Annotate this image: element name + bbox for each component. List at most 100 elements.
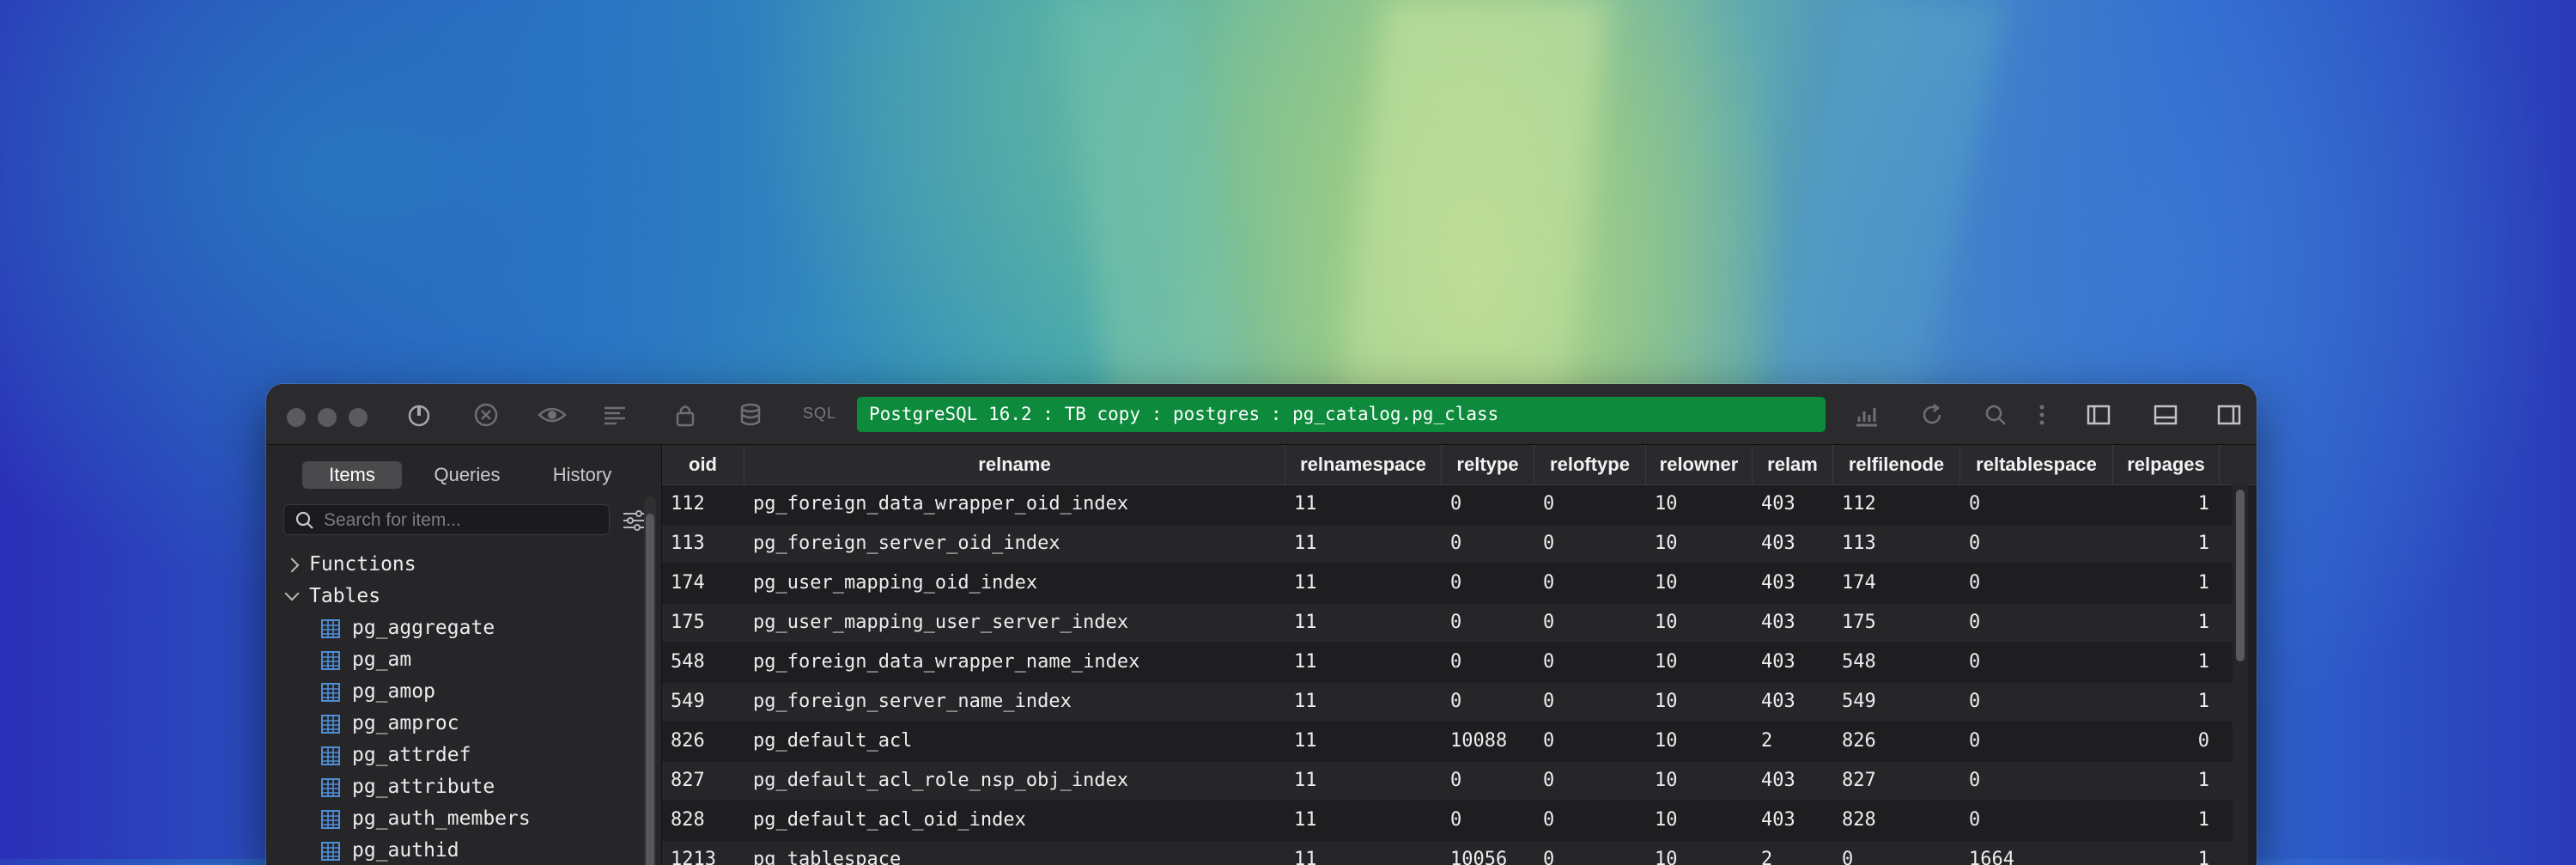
cell-relfilenode[interactable]: 827 xyxy=(1833,762,1960,800)
cell-relpages[interactable]: 0 xyxy=(2113,722,2220,760)
sidebar-scrollbar[interactable] xyxy=(644,496,656,865)
tab-queries[interactable]: Queries xyxy=(417,461,517,489)
cell-reltype[interactable]: 0 xyxy=(1442,683,1534,721)
refresh-icon[interactable] xyxy=(1918,401,1946,429)
cell-reltablespace[interactable]: 0 xyxy=(1960,604,2113,642)
cell-reltablespace[interactable]: 0 xyxy=(1960,762,2113,800)
cell-relpages[interactable]: 1 xyxy=(2113,683,2220,721)
lock-icon[interactable] xyxy=(671,401,699,429)
cell-relfilenode[interactable]: 175 xyxy=(1833,604,1960,642)
cell-relname[interactable]: pg_user_mapping_oid_index xyxy=(744,564,1285,602)
cell-relowner[interactable]: 10 xyxy=(1646,722,1753,760)
cell-relam[interactable]: 403 xyxy=(1753,525,1833,563)
column-header-oid[interactable]: oid xyxy=(662,445,744,484)
cell-reltablespace[interactable]: 0 xyxy=(1960,801,2113,839)
cell-relpages[interactable]: 1 xyxy=(2113,564,2220,602)
cell-oid[interactable]: 826 xyxy=(662,722,744,760)
cell-reloftype[interactable]: 0 xyxy=(1534,485,1646,523)
tab-history[interactable]: History xyxy=(532,461,632,489)
search-input[interactable] xyxy=(322,505,600,536)
tree-item-table[interactable]: pg_am xyxy=(266,645,644,677)
cell-reloftype[interactable]: 0 xyxy=(1534,525,1646,563)
tree-item-table[interactable]: pg_amproc xyxy=(266,709,644,740)
cell-relfilenode[interactable]: 112 xyxy=(1833,485,1960,523)
close-window-button[interactable] xyxy=(287,408,306,427)
cell-reloftype[interactable]: 0 xyxy=(1534,722,1646,760)
column-header-reloftype[interactable]: reloftype xyxy=(1534,445,1646,484)
minimize-window-button[interactable] xyxy=(318,408,337,427)
stop-icon[interactable] xyxy=(472,401,500,429)
cell-oid[interactable]: 549 xyxy=(662,683,744,721)
cell-relnamespace[interactable]: 11 xyxy=(1285,762,1442,800)
cell-reltype[interactable]: 0 xyxy=(1442,564,1534,602)
cell-relname[interactable]: pg_tablespace xyxy=(744,841,1285,865)
table-row[interactable]: 826 pg_default_acl 11 10088 0 10 2 826 0 0 xyxy=(662,722,2233,760)
cell-relfilenode[interactable]: 548 xyxy=(1833,643,1960,681)
cell-relfilenode[interactable]: 174 xyxy=(1833,564,1960,602)
cell-oid[interactable]: 175 xyxy=(662,604,744,642)
cell-relnamespace[interactable]: 11 xyxy=(1285,683,1442,721)
cell-reltype[interactable]: 0 xyxy=(1442,762,1534,800)
cell-reltype[interactable]: 0 xyxy=(1442,604,1534,642)
cell-relam[interactable]: 403 xyxy=(1753,564,1833,602)
cell-relowner[interactable]: 10 xyxy=(1646,604,1753,642)
table-row[interactable]: 113 pg_foreign_server_oid_index 11 0 0 10 403 1… xyxy=(662,525,2233,563)
tree-item-table[interactable]: pg_aggregate xyxy=(266,613,644,645)
sql-button[interactable]: SQL xyxy=(803,405,836,423)
cell-relpages[interactable]: 1 xyxy=(2113,841,2220,865)
cell-reloftype[interactable]: 0 xyxy=(1534,604,1646,642)
database-icon[interactable] xyxy=(737,401,764,429)
cell-relnamespace[interactable]: 11 xyxy=(1285,604,1442,642)
table-row[interactable]: 174 pg_user_mapping_oid_index 11 0 0 10 403 174… xyxy=(662,564,2233,602)
cell-oid[interactable]: 113 xyxy=(662,525,744,563)
tree-item-table[interactable]: pg_authid xyxy=(266,836,644,865)
column-header-relfilenode[interactable]: relfilenode xyxy=(1833,445,1960,484)
column-header-relam[interactable]: relam xyxy=(1753,445,1833,484)
column-header-relname[interactable]: relname xyxy=(744,445,1285,484)
cell-relname[interactable]: pg_default_acl xyxy=(744,722,1285,760)
column-header-overflow[interactable] xyxy=(2220,445,2254,484)
cell-relnamespace[interactable]: 11 xyxy=(1285,485,1442,523)
tree-item-table[interactable]: pg_auth_members xyxy=(266,804,644,836)
cell-oid[interactable]: 548 xyxy=(662,643,744,681)
more-vertical-icon[interactable] xyxy=(2028,401,2056,429)
toggle-bottom-panel-icon[interactable] xyxy=(2152,401,2179,429)
cell-reloftype[interactable]: 0 xyxy=(1534,801,1646,839)
toggle-left-panel-icon[interactable] xyxy=(2085,401,2112,429)
cell-relname[interactable]: pg_foreign_data_wrapper_oid_index xyxy=(744,485,1285,523)
cell-reltype[interactable]: 0 xyxy=(1442,525,1534,563)
cell-relam[interactable]: 403 xyxy=(1753,643,1833,681)
table-row[interactable]: 828 pg_default_acl_oid_index 11 0 0 10 403 828 0… xyxy=(662,801,2233,839)
cell-reltablespace[interactable]: 0 xyxy=(1960,485,2113,523)
cell-relfilenode[interactable]: 828 xyxy=(1833,801,1960,839)
cell-relpages[interactable]: 1 xyxy=(2113,643,2220,681)
cell-reltablespace[interactable]: 1664 xyxy=(1960,841,2113,865)
cell-oid[interactable]: 828 xyxy=(662,801,744,839)
format-lines-icon[interactable] xyxy=(601,401,629,429)
cell-relpages[interactable]: 1 xyxy=(2113,485,2220,523)
cell-relpages[interactable]: 1 xyxy=(2113,801,2220,839)
cell-oid[interactable]: 112 xyxy=(662,485,744,523)
cell-reloftype[interactable]: 0 xyxy=(1534,683,1646,721)
grid-scrollbar[interactable] xyxy=(2233,484,2248,865)
eye-icon[interactable] xyxy=(538,401,567,429)
tree-item-table[interactable]: pg_attribute xyxy=(266,772,644,804)
column-header-reltablespace[interactable]: reltablespace xyxy=(1960,445,2113,484)
column-header-reltype[interactable]: reltype xyxy=(1442,445,1534,484)
cell-relname[interactable]: pg_user_mapping_user_server_index xyxy=(744,604,1285,642)
cell-relam[interactable]: 2 xyxy=(1753,722,1833,760)
chart-icon[interactable] xyxy=(1853,401,1880,429)
cell-reltablespace[interactable]: 0 xyxy=(1960,564,2113,602)
cell-reloftype[interactable]: 0 xyxy=(1534,762,1646,800)
cell-relnamespace[interactable]: 11 xyxy=(1285,564,1442,602)
cell-relnamespace[interactable]: 11 xyxy=(1285,841,1442,865)
tree-item-table[interactable]: pg_amop xyxy=(266,677,644,709)
cell-relowner[interactable]: 10 xyxy=(1646,485,1753,523)
cell-reloftype[interactable]: 0 xyxy=(1534,643,1646,681)
cell-relowner[interactable]: 10 xyxy=(1646,683,1753,721)
tree-folder-tables[interactable]: Tables xyxy=(266,582,644,613)
cell-reloftype[interactable]: 0 xyxy=(1534,564,1646,602)
cell-reltype[interactable]: 0 xyxy=(1442,485,1534,523)
cell-relam[interactable]: 403 xyxy=(1753,762,1833,800)
cell-reltablespace[interactable]: 0 xyxy=(1960,722,2113,760)
